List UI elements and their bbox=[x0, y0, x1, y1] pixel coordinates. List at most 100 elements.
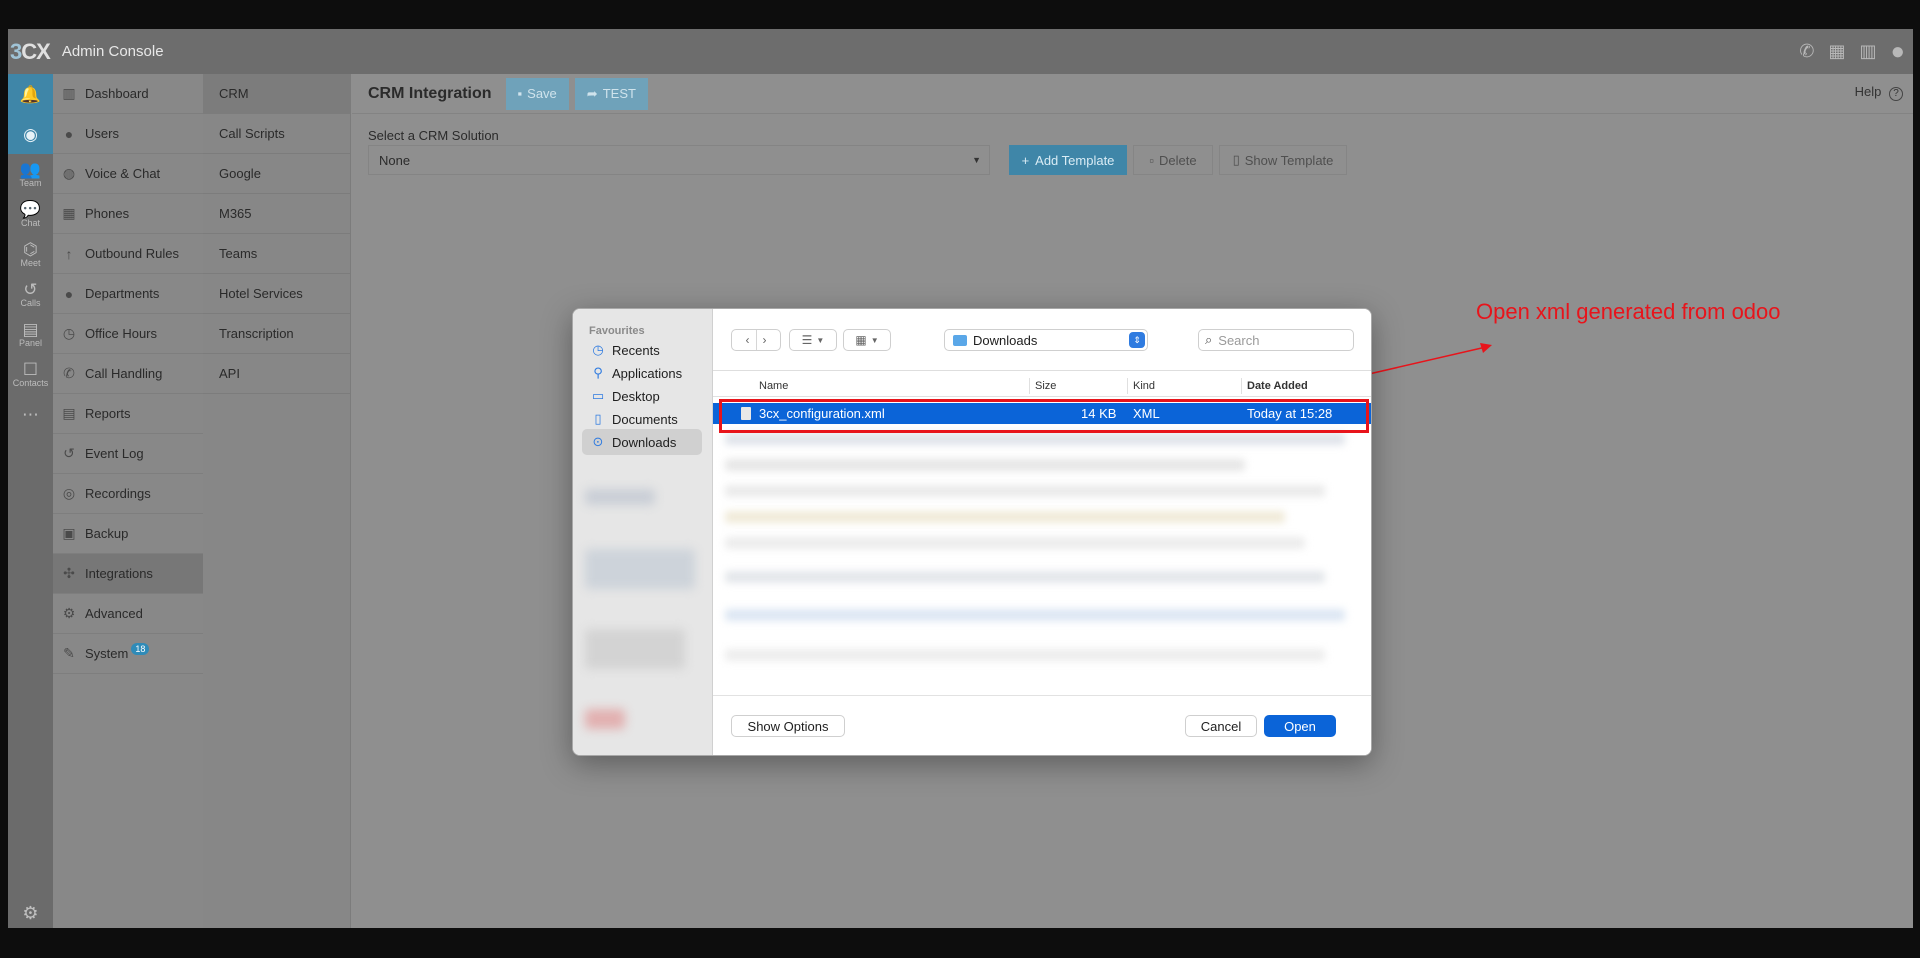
location-label: Downloads bbox=[973, 332, 1038, 348]
chevron-right-icon[interactable]: › bbox=[763, 333, 767, 347]
nav-item-outbound-rules[interactable]: ↑ Outbound Rules bbox=[53, 234, 203, 274]
list-view-button[interactable]: ☰ ▼ bbox=[789, 329, 837, 351]
more-icon: ⋯ bbox=[22, 404, 39, 424]
nav-item-label: Recordings bbox=[85, 486, 151, 501]
nav-item-advanced[interactable]: ⚙ Advanced bbox=[53, 594, 203, 634]
app-title: Admin Console bbox=[61, 43, 164, 60]
search-placeholder: Search bbox=[1218, 332, 1260, 348]
nav-item-departments[interactable]: ● Departments bbox=[53, 274, 203, 314]
rail-bell[interactable]: 🔔 bbox=[8, 74, 53, 114]
rail-label: Chat bbox=[20, 217, 40, 228]
crm-select-value: None bbox=[379, 152, 411, 168]
clock-icon: ◷ bbox=[62, 325, 76, 341]
nav-item-reports[interactable]: ▤ Reports bbox=[53, 394, 203, 434]
show-template-label: Show Template bbox=[1244, 152, 1334, 168]
dialog-toolbar: ‹ › ☰ ▼ ▦ ▼ Downloads ⇕ ⌕ Search bbox=[713, 309, 1371, 371]
nav-item-label: Phones bbox=[85, 206, 130, 221]
departments-icon: ● bbox=[64, 285, 74, 302]
nav-item-phones[interactable]: ▦ Phones bbox=[53, 194, 203, 234]
gear-icon: ⚙ bbox=[62, 605, 76, 621]
nav-item-call-handling[interactable]: ✆ Call Handling bbox=[53, 354, 203, 394]
col-kind[interactable]: Kind bbox=[1133, 380, 1155, 392]
help-link[interactable]: Help ? bbox=[1855, 84, 1903, 101]
search-field[interactable]: ⌕ Search bbox=[1198, 329, 1354, 351]
dialog-sidebar: Favourites ◷ Recents ⚲ Applications ▭ Desktop… bbox=[573, 309, 713, 755]
subnav-item-api[interactable]: API bbox=[203, 354, 350, 394]
subnav-item-teams[interactable]: Teams bbox=[203, 234, 350, 274]
call-handling-icon: ✆ bbox=[63, 365, 75, 381]
col-name[interactable]: Name bbox=[759, 380, 788, 392]
applications-icon: ⚲ bbox=[593, 365, 603, 380]
team-icon: 👥 bbox=[19, 159, 42, 179]
rail-label: Team bbox=[19, 177, 42, 188]
nav-item-label: Backup bbox=[85, 526, 129, 541]
col-size[interactable]: Size bbox=[1035, 380, 1056, 392]
logo[interactable]: 3CX bbox=[10, 39, 51, 65]
settings-gear-icon[interactable]: ⚙ bbox=[8, 898, 53, 928]
rail-chrome[interactable]: ◉ bbox=[8, 114, 53, 154]
phone-icon[interactable]: ✆ bbox=[1799, 41, 1814, 62]
nav-item-label: Reports bbox=[85, 406, 131, 421]
save-button[interactable]: ▪ Save bbox=[505, 77, 569, 110]
rail-panel[interactable]: ▤ Panel bbox=[8, 314, 53, 354]
rail-team[interactable]: 👥 Team bbox=[8, 154, 53, 194]
open-button[interactable]: Open bbox=[1264, 715, 1336, 737]
globe-icon: ◍ bbox=[62, 165, 76, 181]
blurred-file-row bbox=[725, 571, 1325, 583]
blurred-item bbox=[585, 549, 695, 589]
nav-item-label: Users bbox=[85, 126, 119, 141]
cancel-button[interactable]: Cancel bbox=[1185, 715, 1257, 737]
nav-item-users[interactable]: ● Users bbox=[53, 114, 203, 154]
nav-item-voice-chat[interactable]: ◍ Voice & Chat bbox=[53, 154, 203, 194]
add-template-button[interactable]: + Add Template bbox=[1009, 145, 1127, 175]
wrench-icon: ✎ bbox=[63, 645, 75, 661]
delete-button[interactable]: ▫ Delete bbox=[1133, 145, 1213, 175]
book-icon[interactable]: ▥ bbox=[1859, 41, 1876, 62]
subnav-item-call-scripts[interactable]: Call Scripts bbox=[203, 114, 350, 154]
subnav-item-m365[interactable]: M365 bbox=[203, 194, 350, 234]
subnav-item-google[interactable]: Google bbox=[203, 154, 350, 194]
nav-item-office-hours[interactable]: ◷ Office Hours bbox=[53, 314, 203, 354]
nav-item-dashboard[interactable]: ▥ Dashboard bbox=[53, 74, 203, 114]
chevron-left-icon[interactable]: ‹ bbox=[746, 333, 750, 347]
rail-calls[interactable]: ↺ Calls bbox=[8, 274, 53, 314]
grid-view-button[interactable]: ▦ ▼ bbox=[843, 329, 891, 351]
subnav-item-transcription[interactable]: Transcription bbox=[203, 314, 350, 354]
nav-item-event-log[interactable]: ↺ Event Log bbox=[53, 434, 203, 474]
qr-icon[interactable]: ▦ bbox=[1828, 41, 1845, 62]
blurred-file-row bbox=[725, 433, 1345, 445]
panel-icon: ▤ bbox=[22, 319, 39, 339]
nav-item-recordings[interactable]: ◎ Recordings bbox=[53, 474, 203, 514]
contacts-icon: ☐ bbox=[22, 359, 39, 379]
rail-meet[interactable]: ⌬ Meet bbox=[8, 234, 53, 274]
test-button[interactable]: ➦ TEST bbox=[574, 77, 648, 110]
show-template-button[interactable]: ▯ Show Template bbox=[1219, 145, 1347, 175]
subnav-item-hotel-services[interactable]: Hotel Services bbox=[203, 274, 350, 314]
favourites-heading: Favourites bbox=[589, 325, 645, 337]
nav-item-system[interactable]: ✎ System 18 bbox=[53, 634, 203, 674]
user-avatar-icon[interactable]: ● bbox=[1891, 38, 1906, 66]
nav-item-integrations[interactable]: ✣ Integrations bbox=[53, 554, 203, 594]
sub-nav: CRM Call Scripts Google M365 Teams Hotel Serv… bbox=[203, 74, 351, 928]
rail-more[interactable]: ⋯ bbox=[8, 394, 53, 434]
plus-icon: + bbox=[1021, 152, 1030, 168]
user-icon: ● bbox=[64, 125, 74, 142]
arrow-up-icon: ↑ bbox=[65, 245, 73, 262]
rail-label: Meet bbox=[20, 257, 41, 268]
show-options-button[interactable]: Show Options bbox=[731, 715, 845, 737]
nav-item-backup[interactable]: ▣ Backup bbox=[53, 514, 203, 554]
desktop-icon: ▭ bbox=[591, 388, 605, 403]
rail-chat[interactable]: 💬 Chat bbox=[8, 194, 53, 234]
rail-contacts[interactable]: ☐ Contacts bbox=[8, 354, 53, 394]
location-popup[interactable]: Downloads ⇕ bbox=[944, 329, 1148, 351]
favourite-downloads[interactable]: ⊙ Downloads bbox=[582, 429, 702, 455]
share-icon: ➦ bbox=[586, 85, 598, 101]
col-date-added[interactable]: Date Added bbox=[1247, 380, 1308, 392]
rail-label: Calls bbox=[20, 297, 41, 308]
update-badge: 18 bbox=[131, 642, 150, 655]
annotation-text: Open xml generated from odoo bbox=[1476, 299, 1781, 324]
save-button-label: Save bbox=[527, 86, 557, 101]
add-template-label: Add Template bbox=[1035, 152, 1115, 168]
subnav-item-crm[interactable]: CRM bbox=[203, 74, 350, 114]
crm-select[interactable]: None ▼ bbox=[368, 145, 990, 175]
